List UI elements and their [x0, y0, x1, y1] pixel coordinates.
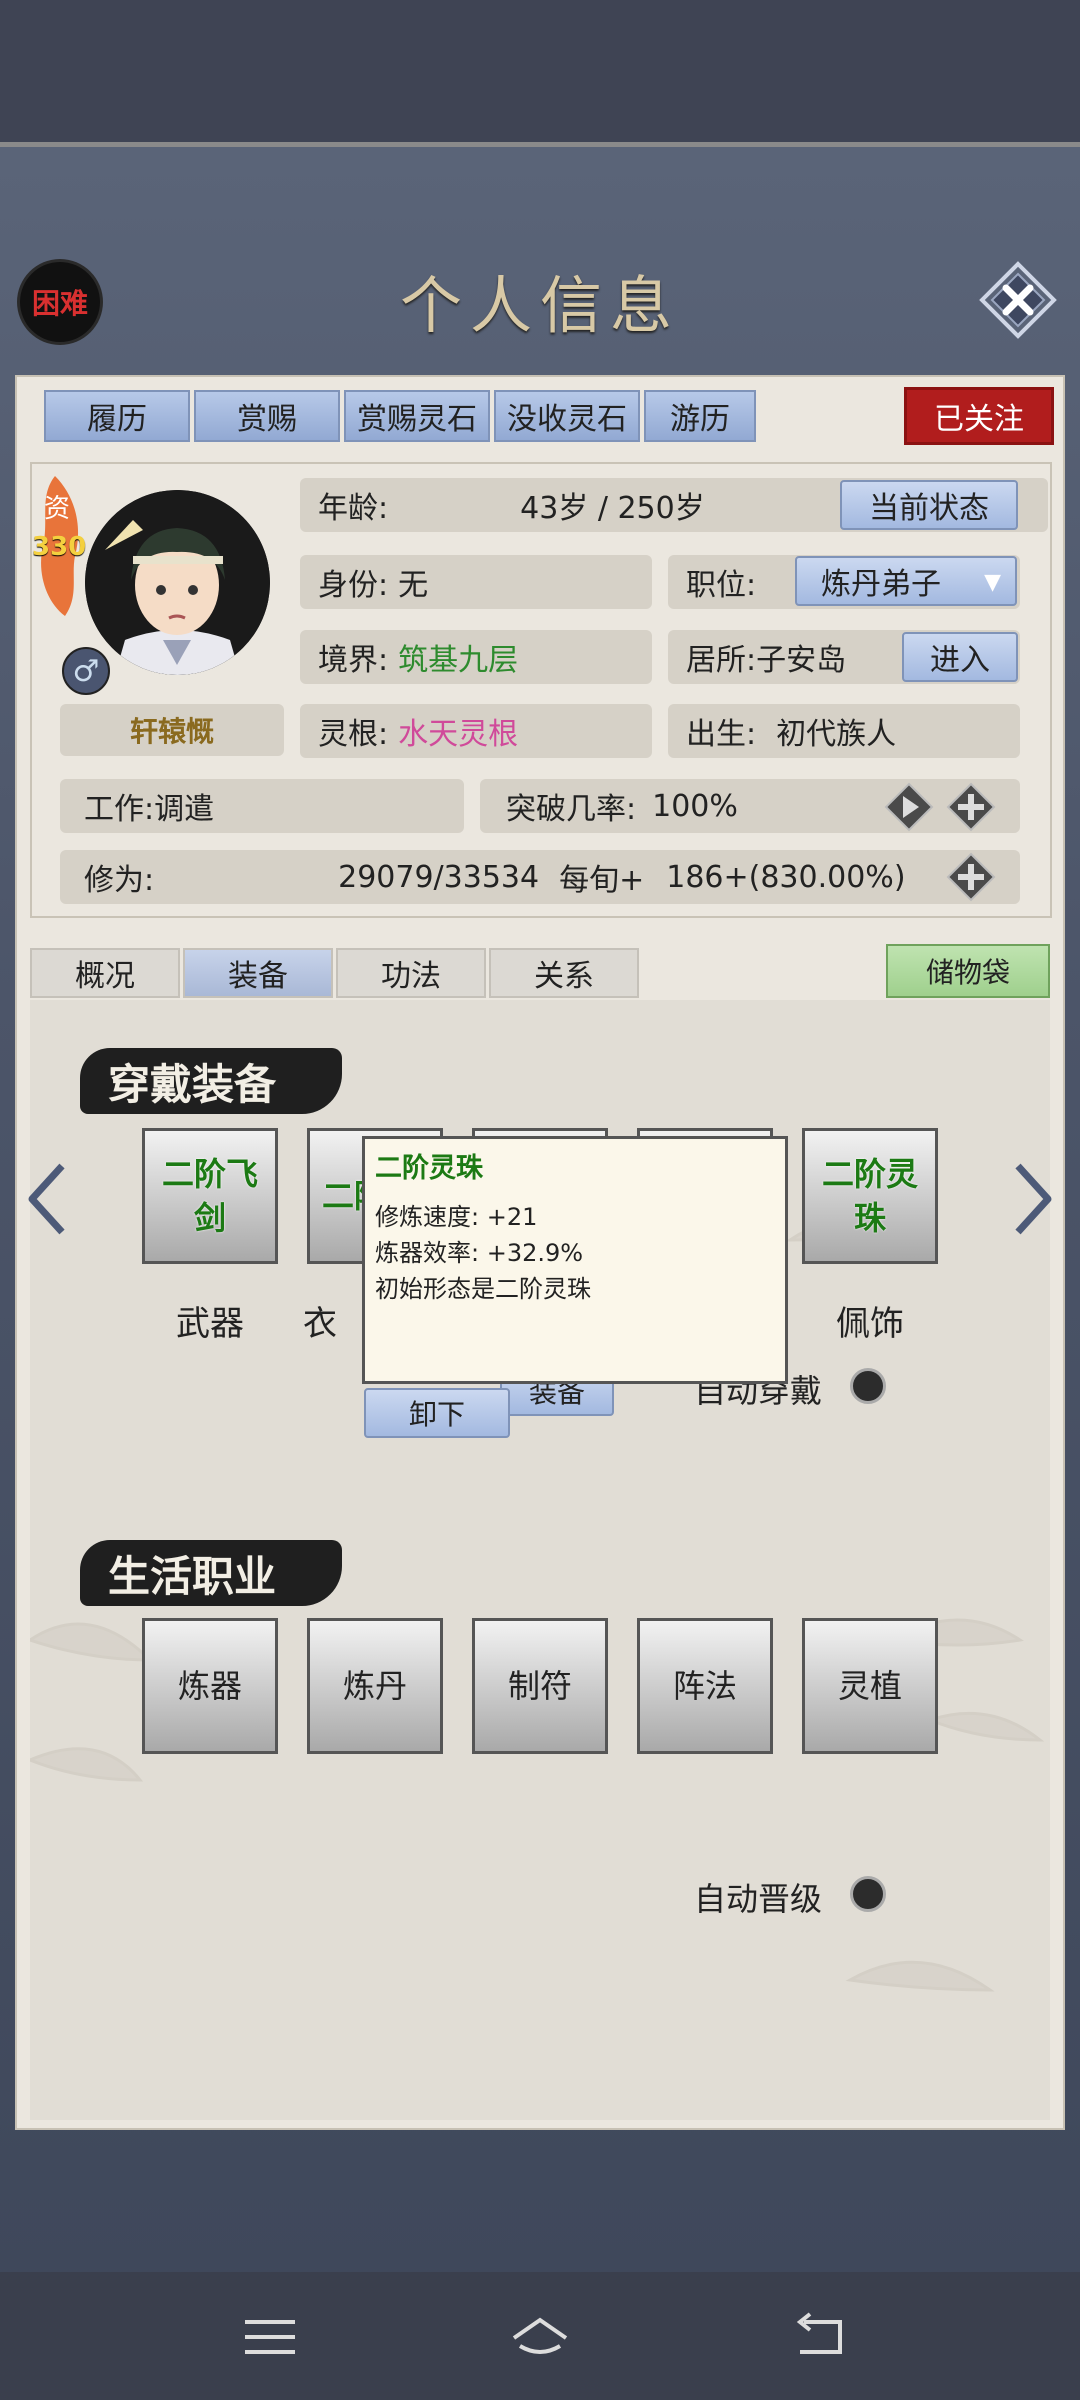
gender-icon: ♂ — [62, 647, 110, 695]
tooltip-line: 炼器效率: +32.9% — [375, 1239, 584, 1267]
equip-slot-weapon[interactable]: 二阶飞剑 — [142, 1128, 278, 1264]
add-icon[interactable] — [946, 782, 996, 832]
menu-icon[interactable] — [240, 2312, 300, 2362]
storage-bag-button[interactable]: 储物袋 — [886, 944, 1050, 998]
root-value: 水天灵根 — [398, 717, 519, 752]
tab-confiscate-stones[interactable]: 没收灵石 — [494, 390, 640, 442]
job-alchemy[interactable]: 炼丹 — [307, 1618, 443, 1754]
add-cultivation-icon[interactable] — [946, 852, 996, 902]
item-tooltip: 二阶灵珠 修炼速度: +21 炼器效率: +32.9% 初始形态是二阶灵珠 — [362, 1136, 788, 1384]
job-talisman[interactable]: 制符 — [472, 1618, 608, 1754]
tooltip-line: 修炼速度: +21 — [375, 1203, 538, 1231]
slot-label-clothing: 衣 — [303, 1304, 337, 1344]
subtab-techniques[interactable]: 功法 — [336, 948, 486, 998]
root-row: 灵根: 水天灵根 — [300, 704, 652, 758]
auto-wear-toggle[interactable] — [850, 1368, 886, 1404]
position-value: 炼丹弟子 — [821, 567, 941, 602]
subtab-equipment[interactable]: 装备 — [183, 948, 333, 998]
breakthrough-label: 突破几率: — [506, 792, 637, 827]
slot-label-weapon: 武器 — [176, 1304, 244, 1344]
cultivation-value: 29079/33534 — [338, 859, 540, 895]
identity-label: 身份: — [318, 568, 389, 603]
cultivation-row: 修为: 29079/33534 每旬+ 186+(830.00%) — [60, 850, 1020, 904]
realm-label: 境界: — [318, 643, 389, 678]
auto-upgrade-label: 自动晋级 — [694, 1880, 823, 1918]
subtab-overview[interactable]: 概况 — [30, 948, 180, 998]
work-row: 工作: 调遣 — [60, 779, 464, 833]
tab-history[interactable]: 履历 — [44, 390, 190, 442]
residence-label: 居所: — [686, 643, 757, 678]
age-label: 年龄: — [318, 491, 389, 526]
residence-value: 子安岛 — [756, 643, 847, 678]
tab-travel[interactable]: 游历 — [644, 390, 756, 442]
equip-slot-accessory[interactable]: 二阶灵珠 — [802, 1128, 938, 1264]
aptitude-label: 资 — [44, 494, 71, 524]
identity-value: 无 — [398, 568, 429, 603]
realm-row: 境界: 筑基九层 — [300, 630, 652, 684]
breakthrough-row: 突破几率: 100% — [480, 779, 1020, 833]
job-formation[interactable]: 阵法 — [637, 1618, 773, 1754]
birth-row: 出生: 初代族人 — [668, 704, 1020, 758]
job-refining[interactable]: 炼器 — [142, 1618, 278, 1754]
tab-reward-stones[interactable]: 赏赐灵石 — [344, 390, 490, 442]
current-state-button[interactable]: 当前状态 — [840, 480, 1018, 530]
tab-reward[interactable]: 赏赐 — [194, 390, 340, 442]
root-label: 灵根: — [318, 717, 389, 752]
age-value: 43岁 / 250岁 — [520, 491, 705, 526]
play-icon[interactable] — [884, 782, 934, 832]
life-section-title: 生活职业 — [80, 1540, 342, 1606]
chevron-down-icon: ▼ — [984, 570, 1001, 595]
work-label: 工作: — [84, 792, 155, 827]
status-bar-area — [0, 0, 1080, 142]
cultivation-label: 修为: — [84, 863, 155, 898]
per-turn-label: 每旬+ — [559, 863, 645, 898]
work-value: 调遣 — [154, 792, 215, 827]
realm-value: 筑基九层 — [398, 643, 519, 678]
aptitude-value: 330 — [32, 532, 87, 562]
birth-label: 出生: — [686, 717, 757, 752]
chevron-right-icon[interactable] — [1012, 1162, 1056, 1236]
unequip-button[interactable]: 卸下 — [364, 1388, 510, 1438]
birth-value: 初代族人 — [776, 717, 897, 752]
subtab-relations[interactable]: 关系 — [489, 948, 639, 998]
back-icon[interactable] — [790, 2312, 850, 2362]
tooltip-title: 二阶灵珠 — [375, 1153, 483, 1184]
avatar[interactable] — [85, 490, 270, 675]
tooltip-line: 初始形态是二阶灵珠 — [375, 1275, 591, 1303]
auto-upgrade-toggle[interactable] — [850, 1876, 886, 1912]
page-title: 个人信息 — [399, 269, 680, 342]
character-name: 轩辕慨 — [60, 704, 284, 756]
follow-button[interactable]: 已关注 — [904, 387, 1054, 445]
identity-row: 身份: 无 — [300, 555, 652, 609]
position-label: 职位: — [686, 568, 757, 603]
slot-label-accessory: 佩饰 — [836, 1304, 904, 1344]
breakthrough-value: 100% — [652, 788, 738, 824]
job-planting[interactable]: 灵植 — [802, 1618, 938, 1754]
close-icon[interactable] — [978, 260, 1058, 340]
position-select[interactable]: 炼丹弟子 ▼ — [795, 556, 1017, 606]
equip-section-title: 穿戴装备 — [80, 1048, 342, 1114]
per-turn-value: 186+(830.00%) — [666, 859, 906, 895]
enter-button[interactable]: 进入 — [902, 632, 1018, 682]
home-icon[interactable] — [510, 2312, 570, 2362]
chevron-left-icon[interactable] — [24, 1162, 68, 1236]
